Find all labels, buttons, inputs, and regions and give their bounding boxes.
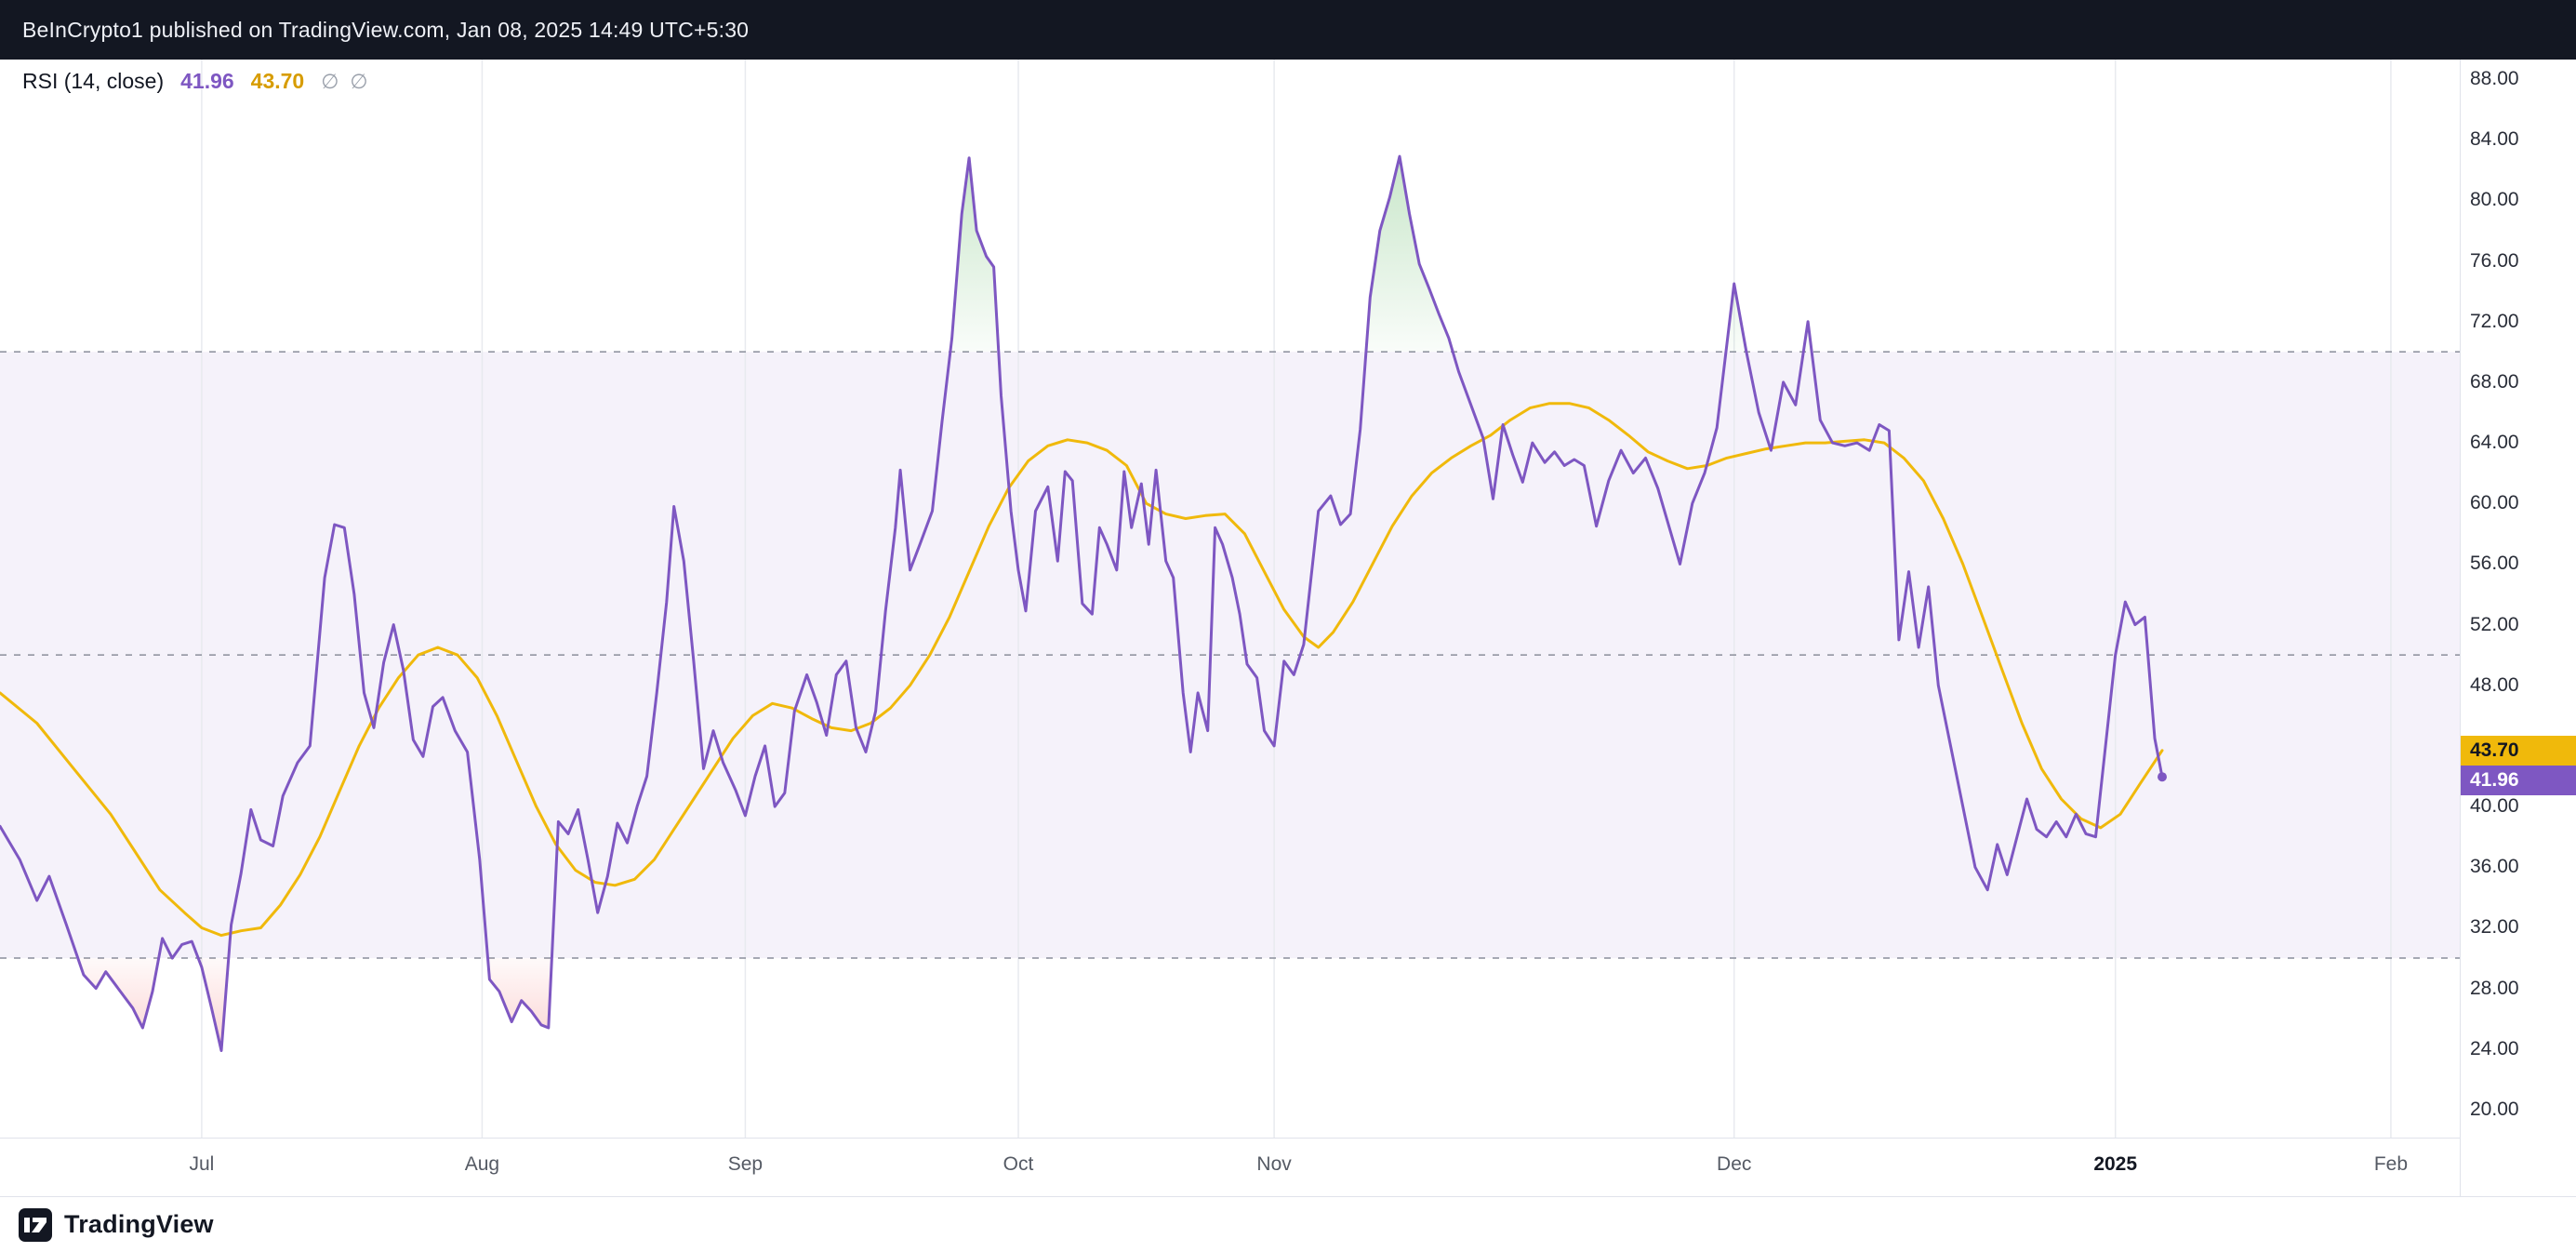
rsi-last-dot [2158,772,2167,781]
x-axis-label-Oct: Oct [1003,1153,1034,1176]
hidden-source-icon: ∅ [321,70,339,94]
y-axis-tick: 84.00 [2470,127,2519,152]
chart-canvas[interactable]: RSI (14, close) 41.96 43.70 ∅ ∅ [0,60,2460,1138]
axis-price-label-43.70: 43.70 [2461,736,2576,766]
axis-price-label-41.96: 41.96 [2461,766,2576,795]
x-axis-label-Nov: Nov [1256,1153,1291,1176]
x-axis-label-Sep: Sep [728,1153,763,1176]
time-axis[interactable]: Jul Aug Sep Oct Nov Dec 2025 Feb [0,1138,2460,1196]
y-axis-tick: 68.00 [2470,370,2519,394]
y-axis-tick: 88.00 [2470,67,2519,91]
indicator-title: RSI (14, close) [22,69,164,94]
y-axis-tick: 32.00 [2470,915,2519,939]
y-axis-tick: 28.00 [2470,977,2519,1001]
y-axis-tick: 36.00 [2470,855,2519,879]
ma-value: 43.70 [251,69,305,94]
tradingview-logo [19,1208,52,1242]
y-axis-tick: 20.00 [2470,1098,2519,1122]
y-axis-tick: 24.00 [2470,1037,2519,1061]
brand-text: TradingView [64,1210,214,1239]
y-axis-tick: 72.00 [2470,310,2519,334]
x-axis-label-Feb: Feb [2374,1153,2408,1176]
price-axis[interactable]: 88.00 84.00 80.00 76.00 72.00 68.00 64.00 60.00… [2460,60,2576,1196]
y-axis-tick: 48.00 [2470,673,2519,698]
footer-bar: TradingView [0,1196,2576,1252]
tradingview-logo-tile [19,1208,52,1242]
y-axis-tick: 60.00 [2470,491,2519,515]
rsi-value: 41.96 [180,69,234,94]
hidden-source-icon: ∅ [350,70,367,94]
y-axis-tick: 52.00 [2470,613,2519,637]
indicator-legend: RSI (14, close) 41.96 43.70 ∅ ∅ [22,69,368,94]
tradingview-logo-bar [24,1218,30,1232]
y-axis-tick: 40.00 [2470,794,2519,819]
y-axis-tick: 80.00 [2470,188,2519,212]
y-axis-tick: 64.00 [2470,431,2519,455]
publish-header: BeInCrypto1 published on TradingView.com… [0,0,2576,60]
y-axis-tick: 76.00 [2470,249,2519,273]
x-axis-label-Dec: Dec [1717,1153,1751,1176]
x-axis-label-Aug: Aug [465,1153,499,1176]
y-axis-tick: 56.00 [2470,552,2519,576]
x-axis-label-2025: 2025 [2093,1153,2137,1176]
publish-header-text: BeInCrypto1 published on TradingView.com… [22,18,749,43]
rsi-chart [0,60,2460,1138]
x-axis-label-Jul: Jul [189,1153,214,1176]
